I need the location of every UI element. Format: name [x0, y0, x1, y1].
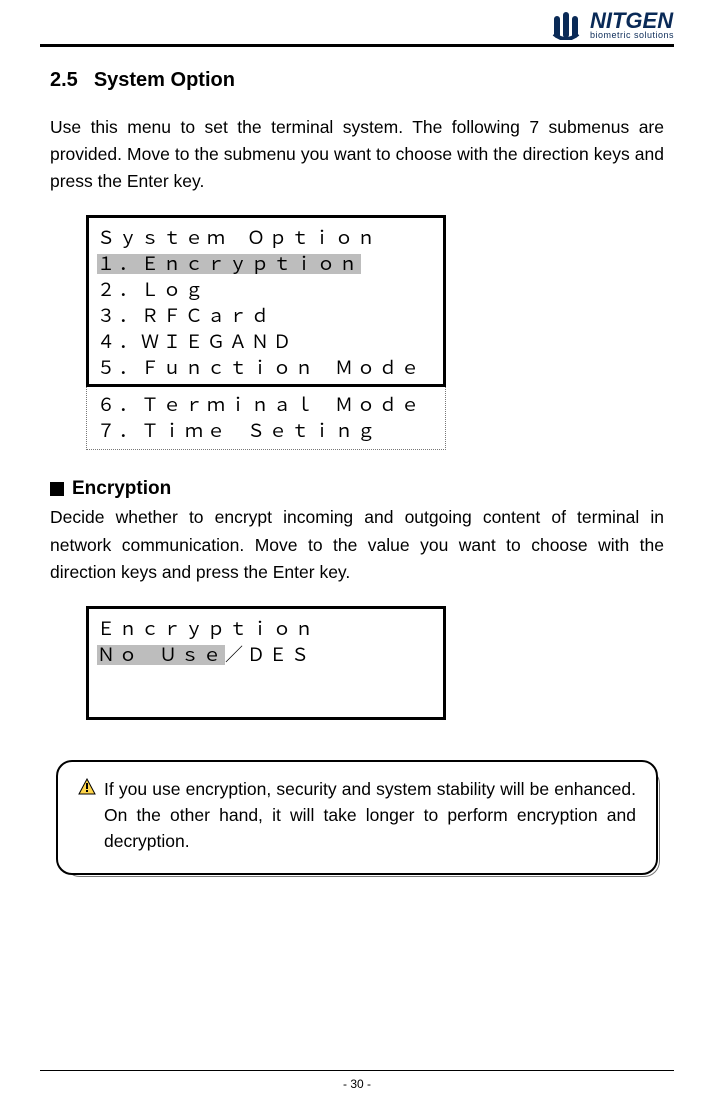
lcd-item-function-mode: ５．Ｆｕｎｃｔｉｏｎ Ｍｏｄｅ	[97, 354, 435, 380]
section-heading-text: System Option	[94, 69, 235, 91]
footer-rule	[40, 1070, 674, 1071]
lcd-encryption-options: Ｎｏ Ｕｓｅ／ＤＥＳ	[97, 641, 435, 667]
section-number: 2.5	[50, 69, 78, 91]
page-header: NITGEN biometric solutions	[40, 10, 674, 42]
section-intro: Use this menu to set the terminal system…	[50, 114, 664, 195]
subsection-title: Encryption	[72, 478, 171, 500]
page-footer: - 30 -	[0, 1070, 714, 1093]
lcd-item-time-setting: ７．Ｔｉｍｅ Ｓｅｔｉｎｇ	[97, 417, 435, 443]
lcd-item-log: ２．Ｌｏｇ	[97, 276, 435, 302]
notice-text: If you use encryption, security and syst…	[104, 776, 636, 855]
lcd-title: Ｓｙｓｔｅｍ Ｏｐｔｉｏｎ	[97, 224, 435, 250]
notice-box: If you use encryption, security and syst…	[56, 760, 658, 875]
lcd-item-rfcard: ３．ＲＦＣａｒｄ	[97, 302, 435, 328]
square-bullet-icon	[50, 482, 64, 496]
lcd-item-wiegand: ４．ＷＩＥＧＡＮＤ	[97, 328, 435, 354]
lcd-item-terminal-mode: ６．Ｔｅｒｍｉｎａｌ Ｍｏｄｅ	[97, 391, 435, 417]
section-title: 2.5 System Option	[50, 69, 664, 92]
brand-tagline: biometric solutions	[590, 31, 674, 40]
fingerprint-logo-icon	[552, 10, 586, 40]
page-number: - 30 -	[343, 1077, 371, 1091]
brand-name: NITGEN	[590, 10, 674, 32]
subsection-heading: Encryption	[50, 478, 664, 500]
lcd-item-encryption: １．Ｅｎｃｒｙｐｔｉｏｎ	[97, 250, 435, 276]
warning-icon	[78, 778, 96, 796]
encryption-description: Decide whether to encrypt incoming and o…	[50, 504, 664, 585]
brand-logo: NITGEN biometric solutions	[552, 10, 674, 40]
lcd-menu-encryption: Ｅｎｃｒｙｐｔｉｏｎ Ｎｏ Ｕｓｅ／ＤＥＳ	[86, 606, 446, 720]
lcd-menu-system-option: Ｓｙｓｔｅｍ Ｏｐｔｉｏｎ １．Ｅｎｃｒｙｐｔｉｏｎ ２．Ｌｏｇ ３．ＲＦＣａｒ…	[86, 215, 446, 450]
lcd-encryption-title: Ｅｎｃｒｙｐｔｉｏｎ	[97, 615, 435, 641]
